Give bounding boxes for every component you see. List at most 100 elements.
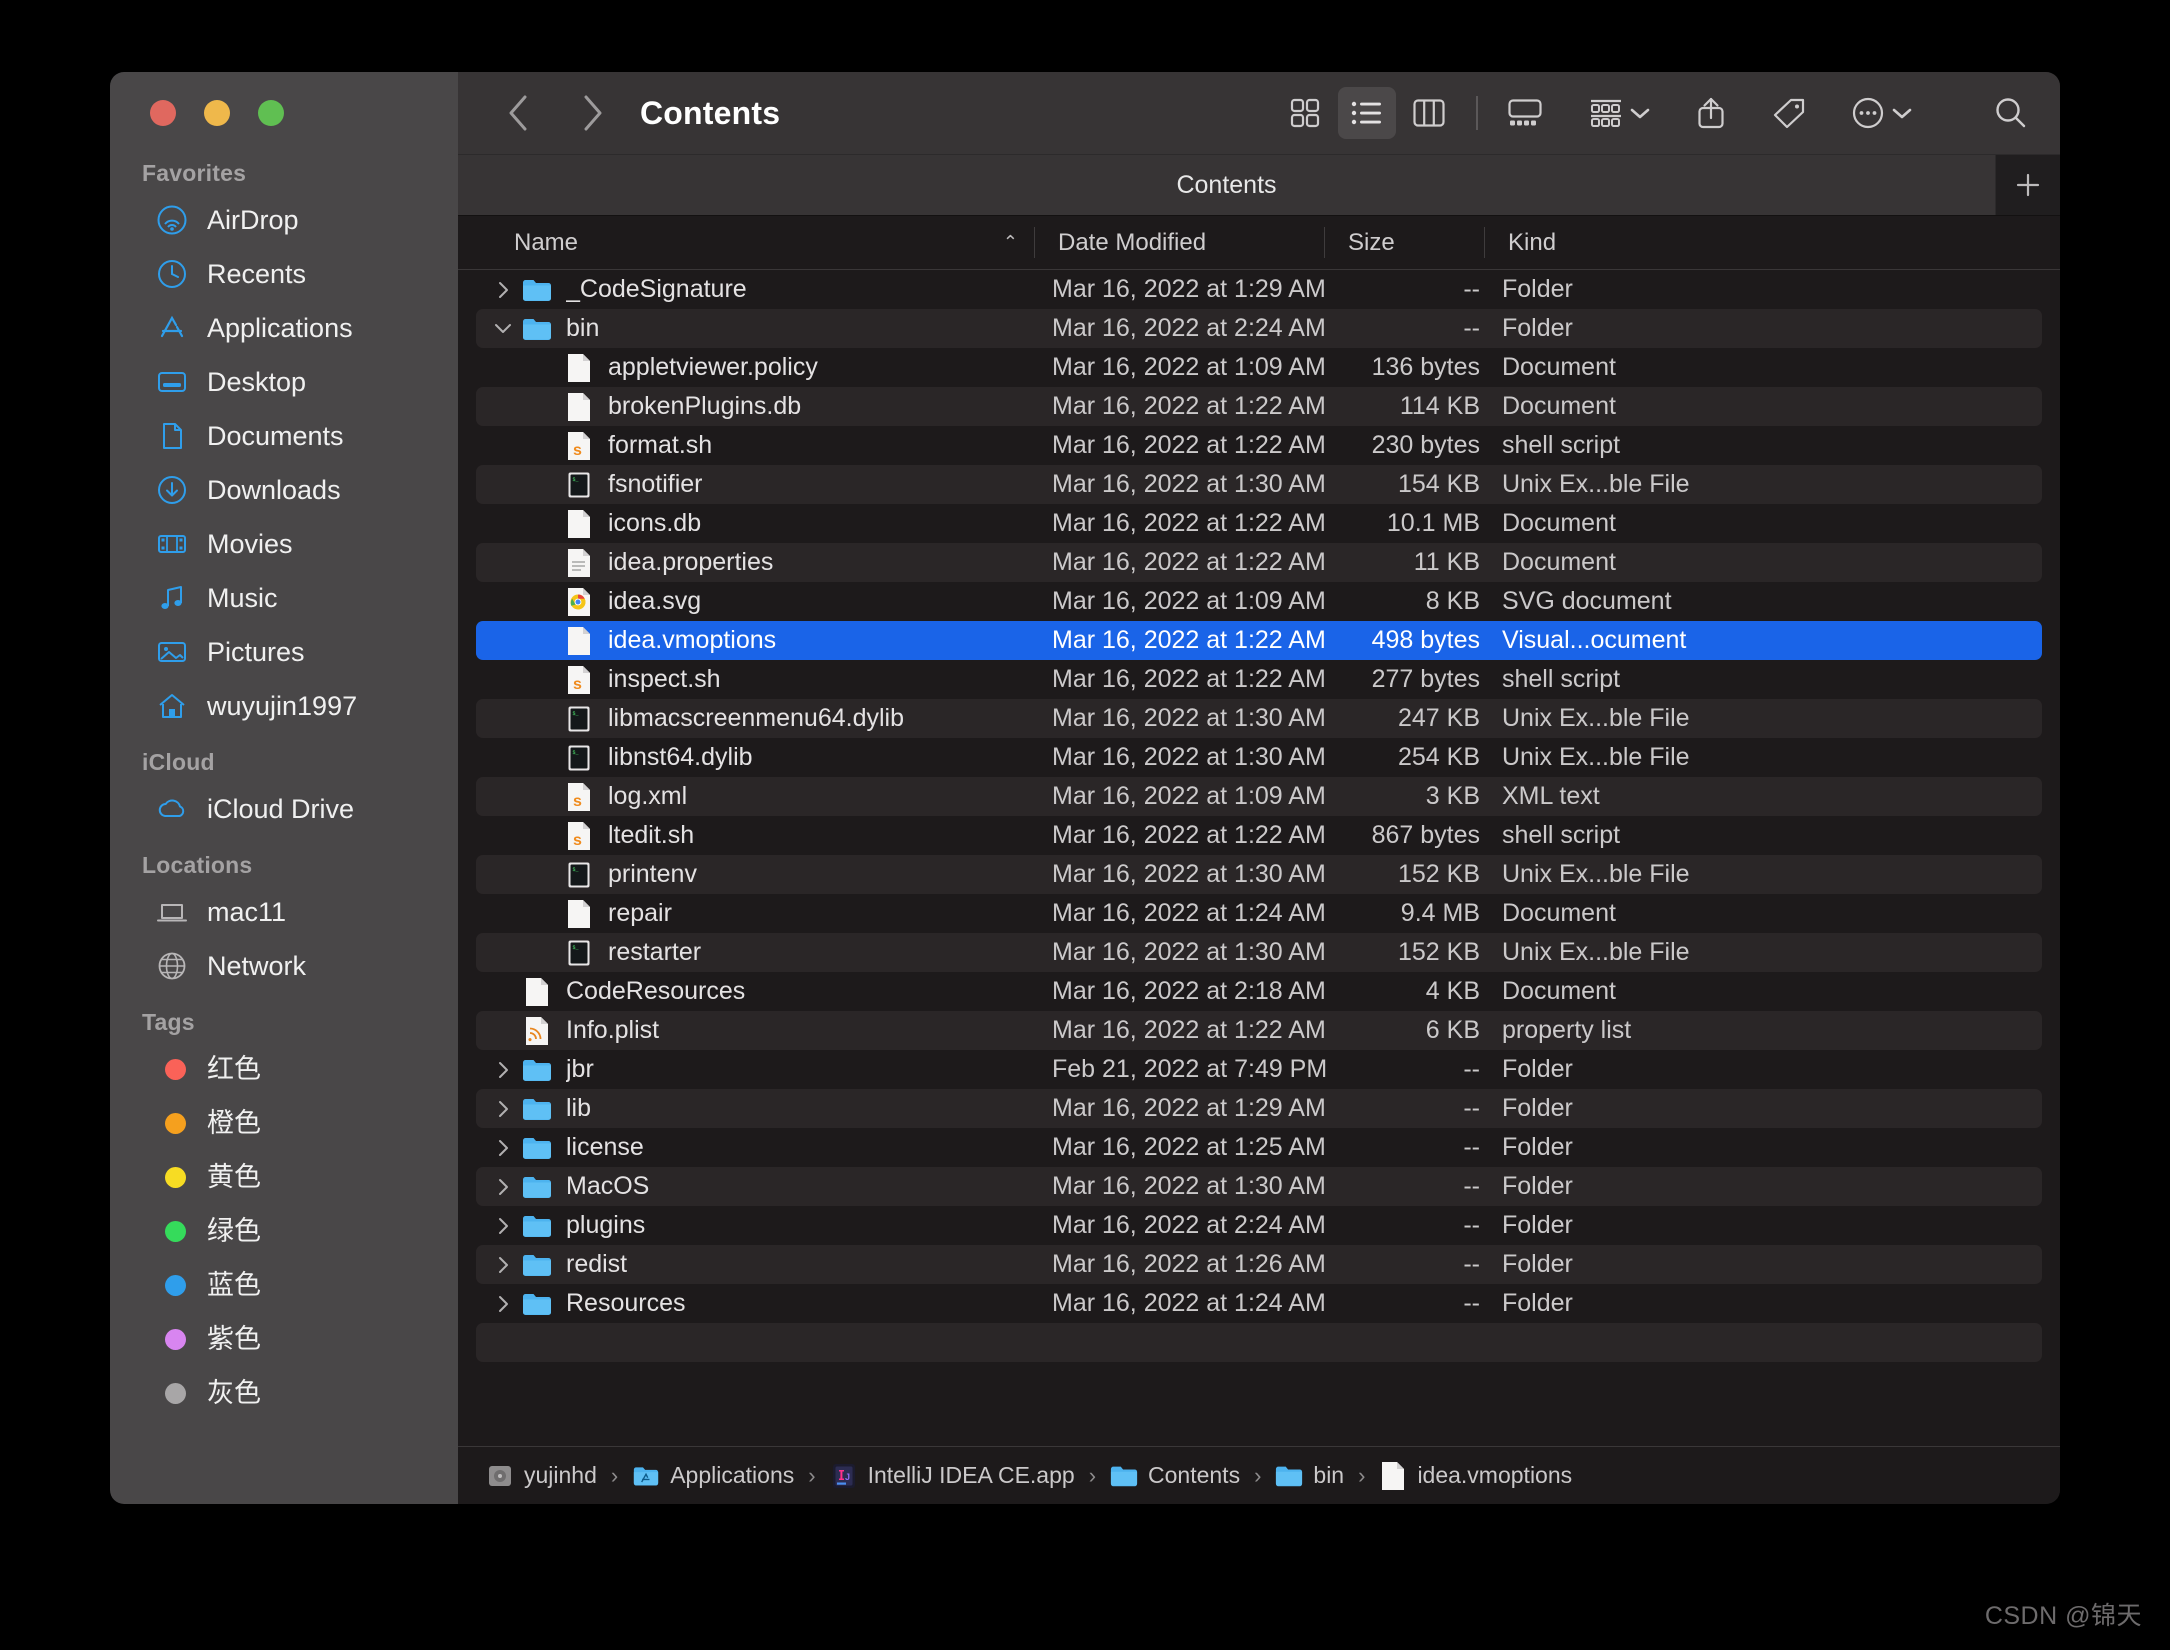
file-name-cell: redist [476, 1250, 1052, 1279]
close-button[interactable] [150, 100, 176, 126]
path-item-applications[interactable]: Applications [632, 1462, 794, 1490]
tag-button[interactable] [1762, 87, 1816, 139]
column-header-size[interactable]: Size [1324, 216, 1484, 269]
path-item-idea-vmoptions[interactable]: idea.vmoptions [1379, 1461, 1572, 1490]
file-kind: XML text [1502, 782, 1600, 810]
table-row[interactable]: redist Mar 16, 2022 at 1:26 AM -- Folder [476, 1245, 2042, 1284]
sidebar-item-downloads[interactable]: Downloads [122, 463, 446, 517]
sidebar-item--[interactable]: 红色 [122, 1042, 446, 1096]
table-row[interactable]: $_ printenv Mar 16, 2022 at 1:30 AM 152 KB U… [476, 855, 2042, 894]
sidebar-item-pictures[interactable]: Pictures [122, 625, 446, 679]
sidebar-item--[interactable]: 蓝色 [122, 1258, 446, 1312]
disclosure-triangle-collapsed[interactable] [486, 1060, 520, 1080]
path-item-bin[interactable]: bin [1275, 1462, 1344, 1490]
table-row[interactable]: plugins Mar 16, 2022 at 2:24 AM -- Folder [476, 1206, 2042, 1245]
toolbar-divider [1476, 96, 1478, 130]
table-row[interactable]: jbr Feb 21, 2022 at 7:49 PM -- Folder [476, 1050, 2042, 1089]
view-mode-group [1276, 87, 1554, 139]
icon-view-button[interactable] [1276, 87, 1334, 139]
sidebar-item--[interactable]: 橙色 [122, 1096, 446, 1150]
file-name-cell: $_ fsnotifier [476, 470, 1052, 499]
sidebar-item-wuyujin1997[interactable]: wuyujin1997 [122, 679, 446, 733]
table-row[interactable]: lib Mar 16, 2022 at 1:29 AM -- Folder [476, 1089, 2042, 1128]
table-row[interactable]: $_ restarter Mar 16, 2022 at 1:30 AM 152 KB… [476, 933, 2042, 972]
file-date: Mar 16, 2022 at 1:30 AM [1052, 1172, 1326, 1200]
svg-text:s: s [573, 793, 582, 810]
disclosure-triangle-collapsed[interactable] [486, 1294, 520, 1314]
column-header-name[interactable]: Name ⌃ [458, 216, 1034, 269]
table-row[interactable]: icons.db Mar 16, 2022 at 1:22 AM 10.1 MB Do… [476, 504, 2042, 543]
column-header-date[interactable]: Date Modified [1034, 216, 1324, 269]
file-name-cell: repair [476, 899, 1052, 929]
sidebar-item-documents[interactable]: Documents [122, 409, 446, 463]
table-row[interactable]: appletviewer.policy Mar 16, 2022 at 1:09 … [476, 348, 2042, 387]
table-row[interactable]: idea.svg Mar 16, 2022 at 1:09 AM 8 KB SVG d… [476, 582, 2042, 621]
table-row[interactable]: s ltedit.sh Mar 16, 2022 at 1:22 AM 867 byt… [476, 816, 2042, 855]
sidebar-item-recents[interactable]: Recents [122, 247, 446, 301]
disclosure-triangle-expanded[interactable] [486, 322, 520, 335]
more-actions-button[interactable] [1842, 87, 1922, 139]
disclosure-triangle-collapsed[interactable] [486, 1255, 520, 1275]
table-row[interactable]: $_ libnst64.dylib Mar 16, 2022 at 1:30 AM 2… [476, 738, 2042, 777]
disclosure-triangle-collapsed[interactable] [486, 1138, 520, 1158]
table-row[interactable]: s format.sh Mar 16, 2022 at 1:22 AM 230 byt… [476, 426, 2042, 465]
sidebar-item-airdrop[interactable]: AirDrop [122, 193, 446, 247]
share-button[interactable] [1686, 87, 1736, 139]
sidebar-item-movies[interactable]: Movies [122, 517, 446, 571]
file-name: libmacscreenmenu64.dylib [608, 704, 904, 732]
disclosure-triangle-collapsed[interactable] [486, 1177, 520, 1197]
table-row[interactable]: $_ fsnotifier Mar 16, 2022 at 1:30 AM 154 K… [476, 465, 2042, 504]
sidebar-item-applications[interactable]: Applications [122, 301, 446, 355]
group-by-button[interactable] [1580, 87, 1660, 139]
table-row[interactable]: _CodeSignature Mar 16, 2022 at 1:29 AM -- F… [476, 270, 2042, 309]
music-icon [154, 580, 190, 616]
gallery-view-button[interactable] [1496, 87, 1554, 139]
column-header-kind[interactable]: Kind [1484, 216, 2060, 269]
path-item-yujinhd[interactable]: yujinhd [486, 1462, 597, 1490]
tag-color-dot [165, 1274, 186, 1296]
path-item-contents[interactable]: Contents [1110, 1462, 1240, 1490]
file-kind: Document [1502, 509, 1616, 537]
table-row[interactable]: brokenPlugins.db Mar 16, 2022 at 1:22 AM 1… [476, 387, 2042, 426]
list-view-button[interactable] [1338, 87, 1396, 139]
sidebar-item--[interactable]: 黄色 [122, 1150, 446, 1204]
back-button[interactable] [492, 87, 544, 139]
path-item-intellij-idea-ce-app[interactable]: J IntelliJ IDEA CE.app [830, 1462, 1075, 1490]
sidebar-item-network[interactable]: Network [122, 939, 446, 993]
table-row[interactable]: CodeResources Mar 16, 2022 at 2:18 AM 4 KB… [476, 972, 2042, 1011]
unix-exec-icon: $_ [562, 705, 596, 733]
chevron-down-icon [1630, 108, 1650, 118]
new-tab-button[interactable] [1996, 155, 2060, 215]
table-row[interactable]: license Mar 16, 2022 at 1:25 AM -- Folder [476, 1128, 2042, 1167]
table-row[interactable]: s inspect.sh Mar 16, 2022 at 1:22 AM 277 by… [476, 660, 2042, 699]
disclosure-triangle-collapsed[interactable] [486, 280, 520, 300]
table-row[interactable]: Resources Mar 16, 2022 at 1:24 AM -- Folder [476, 1284, 2042, 1323]
search-button[interactable] [1984, 87, 2038, 139]
table-row[interactable]: idea.vmoptions Mar 16, 2022 at 1:22 AM 498… [476, 621, 2042, 660]
table-row[interactable]: s log.xml Mar 16, 2022 at 1:09 AM 3 KB XML t… [476, 777, 2042, 816]
sidebar-item-desktop[interactable]: Desktop [122, 355, 446, 409]
file-name: icons.db [608, 509, 702, 537]
tab-contents[interactable]: Contents [458, 155, 1996, 215]
table-row[interactable]: idea.properties Mar 16, 2022 at 1:22 AM 11… [476, 543, 2042, 582]
table-row[interactable]: bin Mar 16, 2022 at 2:24 AM -- Folder [476, 309, 2042, 348]
sidebar-item--[interactable]: 绿色 [122, 1204, 446, 1258]
column-view-button[interactable] [1400, 87, 1458, 139]
minimize-button[interactable] [204, 100, 230, 126]
file-size: 152 KB [1397, 938, 1480, 966]
forward-button[interactable] [566, 87, 618, 139]
sidebar-item--[interactable]: 灰色 [122, 1366, 446, 1420]
tag-color-dot [165, 1382, 186, 1404]
file-list[interactable]: _CodeSignature Mar 16, 2022 at 1:29 AM -- F… [458, 270, 2060, 1446]
disclosure-triangle-collapsed[interactable] [486, 1099, 520, 1119]
sidebar-item-music[interactable]: Music [122, 571, 446, 625]
table-row[interactable]: repair Mar 16, 2022 at 1:24 AM 9.4 MB Docum… [476, 894, 2042, 933]
sidebar-item-mac11[interactable]: mac11 [122, 885, 446, 939]
sidebar-item--[interactable]: 紫色 [122, 1312, 446, 1366]
table-row[interactable]: $_ libmacscreenmenu64.dylib Mar 16, 2022 a… [476, 699, 2042, 738]
zoom-button[interactable] [258, 100, 284, 126]
sidebar-item-icloud-drive[interactable]: iCloud Drive [122, 782, 446, 836]
table-row[interactable]: Info.plist Mar 16, 2022 at 1:22 AM 6 KB pro… [476, 1011, 2042, 1050]
table-row[interactable]: MacOS Mar 16, 2022 at 1:30 AM -- Folder [476, 1167, 2042, 1206]
disclosure-triangle-collapsed[interactable] [486, 1216, 520, 1236]
